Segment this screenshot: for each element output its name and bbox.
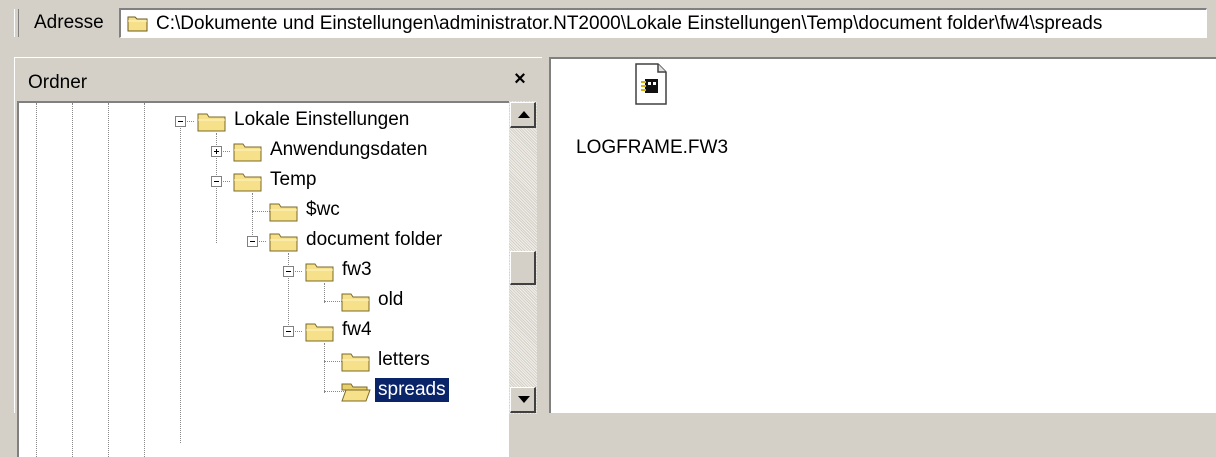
- open-folder-icon: [341, 383, 371, 402]
- file-list-pane[interactable]: LOGFRAME.FW3: [549, 57, 1216, 413]
- tree-item-label: $wc: [306, 199, 340, 220]
- address-label-text: Adresse: [34, 12, 104, 33]
- tree-scrollbar[interactable]: [509, 101, 537, 414]
- tree-item-label: fw3: [342, 259, 372, 280]
- application-document-icon: [635, 63, 667, 105]
- arrow-down-icon: [518, 396, 530, 403]
- scroll-up-button[interactable]: [510, 102, 536, 128]
- scroll-down-button[interactable]: [510, 387, 536, 413]
- close-icon[interactable]: ×: [508, 67, 532, 91]
- tree-item-label: Anwendungsdaten: [270, 139, 428, 160]
- toolbar-grip[interactable]: [14, 9, 19, 37]
- address-field[interactable]: C:\Dokumente und Einstellungen\administr…: [119, 8, 1207, 38]
- expand-icon[interactable]: [211, 146, 222, 157]
- tree-item-label: old: [378, 289, 404, 310]
- tree-item-label: letters: [378, 349, 430, 370]
- tree-item-label: Lokale Einstellungen: [234, 109, 410, 130]
- folder-icon: [233, 173, 262, 192]
- folder-pane: Ordner × Lokale Einstellungen Anwendungs…: [14, 57, 542, 457]
- address-bar: Adresse C:\Dokumente und Einstellungen\a…: [0, 0, 1216, 46]
- scrollbar-thumb[interactable]: [510, 251, 536, 285]
- folder-icon: [197, 113, 226, 132]
- folder-icon: [305, 323, 334, 342]
- tree-item-label: fw4: [342, 319, 372, 340]
- folder-icon: [341, 353, 370, 372]
- arrow-up-icon: [518, 111, 530, 118]
- collapse-icon[interactable]: [283, 266, 294, 277]
- address-label: Adresse: [34, 12, 104, 34]
- folder-tree[interactable]: Lokale Einstellungen Anwendungsdaten Tem…: [17, 101, 509, 457]
- folder-pane-title: Ordner: [28, 72, 88, 93]
- folder-icon: [269, 233, 298, 252]
- collapse-icon[interactable]: [247, 236, 258, 247]
- tree-item-label: Temp: [270, 169, 317, 190]
- tree-item-label: document folder: [306, 229, 443, 250]
- folder-icon: [269, 203, 298, 222]
- collapse-icon[interactable]: [211, 176, 222, 187]
- file-name: LOGFRAME.FW3: [576, 137, 729, 158]
- file-item[interactable]: LOGFRAME.FW3: [576, 63, 736, 163]
- folder-icon: [127, 16, 148, 32]
- folder-icon: [305, 263, 334, 282]
- folder-icon: [341, 293, 370, 312]
- tree-item-label: spreads: [375, 378, 449, 402]
- collapse-icon[interactable]: [175, 116, 186, 127]
- pane-splitter[interactable]: [542, 57, 549, 413]
- address-path[interactable]: C:\Dokumente und Einstellungen\administr…: [156, 13, 1102, 35]
- collapse-icon[interactable]: [283, 326, 294, 337]
- folder-icon: [233, 143, 262, 162]
